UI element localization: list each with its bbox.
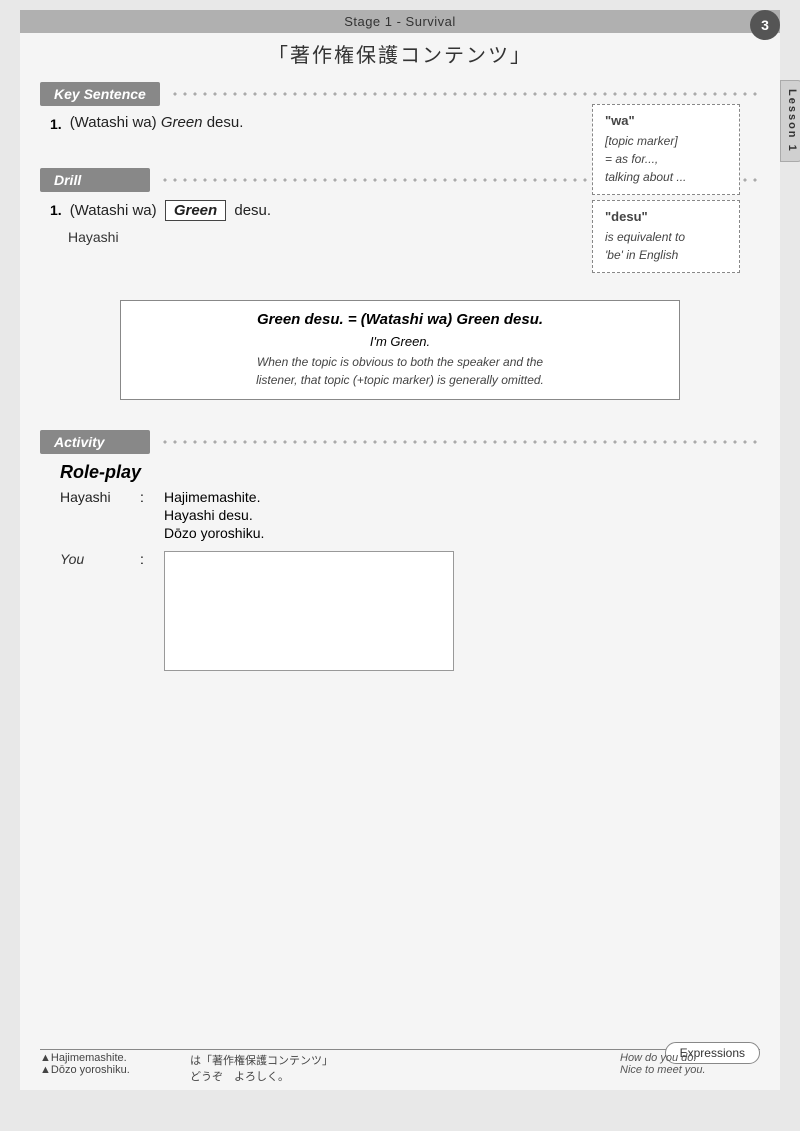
- drill-label: Drill: [40, 168, 150, 192]
- drill-green-box: Green: [165, 200, 226, 221]
- key-sentence-section-header: Key Sentence: [40, 82, 760, 106]
- activity-content: Role-play Hayashi : Hajimemashite. Hayas…: [20, 462, 780, 671]
- you-name: You: [60, 551, 140, 567]
- desu-info-box: "desu" is equivalent to 'be' in English: [592, 200, 740, 273]
- hayashi-row: Hayashi : Hajimemashite. Hayashi desu. D…: [60, 489, 760, 543]
- lesson-tab: Lesson 1: [780, 80, 800, 162]
- wa-box-body: [topic marker] = as for..., talking abou…: [605, 132, 727, 186]
- desu-box-title: "desu": [605, 209, 727, 224]
- hayashi-name: Hayashi: [60, 489, 140, 505]
- footer-left-line2: ▲Dōzo yoroshiku.: [40, 1064, 170, 1076]
- wa-info-box: "wa" [topic marker] = as for..., talking…: [592, 104, 740, 195]
- footer-notes: ▲Hajimemashite. ▲Dōzo yoroshiku. は「著作権保護…: [40, 1052, 760, 1084]
- footer-left-line1: ▲Hajimemashite.: [40, 1052, 170, 1064]
- footer-right-line2: Nice to meet you.: [620, 1064, 760, 1076]
- ks-green: Green: [161, 114, 203, 131]
- drill-text-pre: (Watashi wa): [70, 202, 161, 219]
- desu-line2: 'be' in English: [605, 246, 727, 264]
- activity-label: Activity: [40, 430, 150, 454]
- footer-center-line1: は「著作権保護コンテンツ」: [190, 1052, 600, 1068]
- drill-text-post: desu.: [230, 202, 271, 219]
- footer-center-line2: どうぞ よろしく。: [190, 1068, 600, 1084]
- wa-line3: talking about ...: [605, 168, 727, 186]
- you-row: You :: [40, 551, 760, 671]
- hayashi-line1: Hajimemashite.: [164, 489, 264, 505]
- grammar-box: Green desu. = (Watashi wa) Green desu. I…: [120, 300, 680, 400]
- ks-text-pre: (Watashi wa): [70, 114, 161, 131]
- desu-box-body: is equivalent to 'be' in English: [605, 228, 727, 264]
- hayashi-colon: :: [140, 489, 154, 505]
- japanese-title: 「著作権保護コンテンツ」: [20, 33, 780, 72]
- stage-header: Stage 1 - Survival: [20, 10, 780, 33]
- footer-center: は「著作権保護コンテンツ」 どうぞ よろしく。: [190, 1052, 600, 1084]
- key-sentence-text: (Watashi wa) Green desu.: [70, 114, 244, 131]
- grammar-box-note: When the topic is obvious to both the sp…: [137, 353, 663, 389]
- key-sentence-num: 1.: [50, 114, 62, 132]
- hayashi-lines: Hajimemashite. Hayashi desu. Dōzo yorosh…: [164, 489, 264, 543]
- grammar-box-subtitle: I'm Green.: [137, 334, 663, 349]
- key-sentence-label: Key Sentence: [40, 82, 160, 106]
- footer-right: How do you do. Nice to meet you.: [620, 1052, 760, 1084]
- footer-right-line1: How do you do.: [620, 1052, 760, 1064]
- you-colon: :: [140, 551, 154, 567]
- grammar-box-title: Green desu. = (Watashi wa) Green desu.: [137, 311, 663, 328]
- activity-section-header: Activity: [40, 430, 760, 454]
- footer-left: ▲Hajimemashite. ▲Dōzo yoroshiku.: [40, 1052, 170, 1084]
- dots-divider-3: [160, 439, 760, 445]
- drill-text: (Watashi wa) Green desu.: [70, 200, 271, 221]
- roleplay-table: Hayashi : Hajimemashite. Hayashi desu. D…: [40, 489, 760, 543]
- wa-line2: = as for...,: [605, 150, 727, 168]
- roleplay-title: Role-play: [40, 462, 760, 483]
- hayashi-line3: Dōzo yoroshiku.: [164, 525, 264, 541]
- you-input-box[interactable]: [164, 551, 454, 671]
- wa-line1: [topic marker]: [605, 132, 727, 150]
- desu-line1: is equivalent to: [605, 228, 727, 246]
- dots-divider: [170, 91, 760, 97]
- footer-divider: [40, 1049, 760, 1050]
- ks-text-post: desu.: [203, 114, 244, 131]
- drill-num: 1.: [50, 200, 62, 218]
- wa-box-title: "wa": [605, 113, 727, 128]
- hayashi-line2: Hayashi desu.: [164, 507, 264, 523]
- page-number: 3: [750, 10, 780, 40]
